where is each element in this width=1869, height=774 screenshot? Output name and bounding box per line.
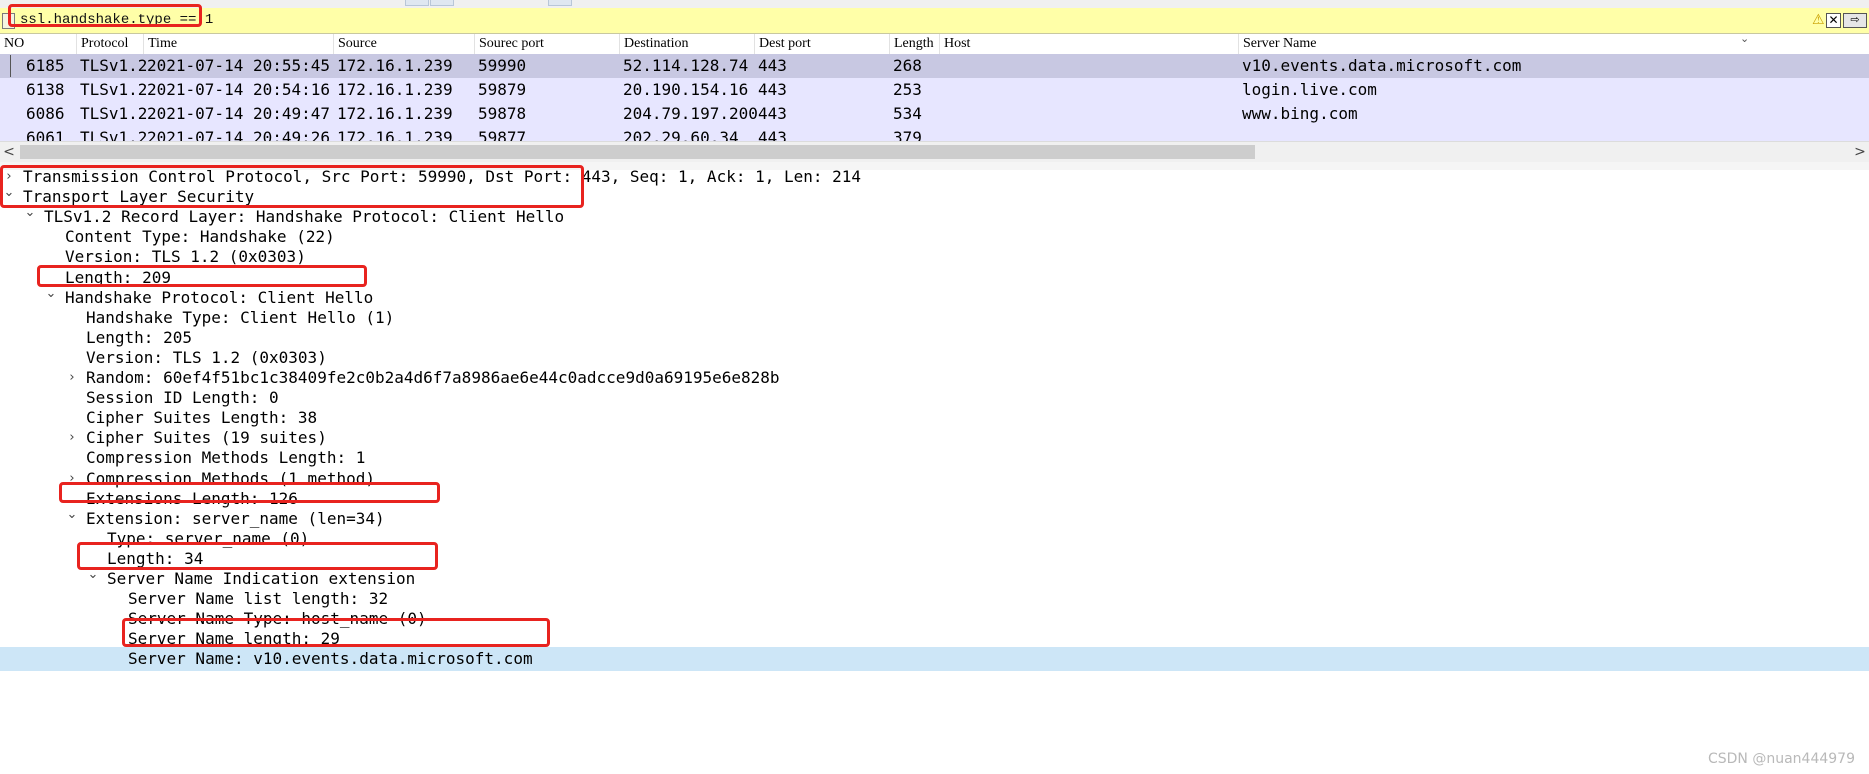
packet-cell-no: 6138 [26,80,65,99]
toolbar-button[interactable] [405,0,429,6]
packet-cell-src-port: 59990 [478,56,527,75]
toolbar-button[interactable] [430,0,454,6]
tree-node[interactable]: Server Name: v10.events.data.microsoft.c… [0,647,1869,671]
packet-row[interactable]: 6185 TLSv1.2 2021-07-14 20:55:45 172.16.1.2… [0,54,1869,78]
packet-cell-protocol: TLSv1.2 [80,104,148,123]
packet-cell-destination: 20.190.154.16 [623,80,749,99]
packet-cell-destination: 52.114.128.74 [623,56,749,75]
column-header-destination[interactable]: Destination [619,34,689,54]
packet-cell-dst-port: 443 [758,56,787,75]
packet-cell-destination: 202.29.60.34 [623,128,739,141]
wireshark-window: ssl.handshake.type == 1 ⚠ ✕ ⇨ NO Protocol… [0,0,1869,774]
packet-cell-no: 6086 [26,104,65,123]
related-packet-marker [10,55,11,77]
column-header-protocol[interactable]: Protocol [76,34,128,54]
horizontal-scrollbar[interactable]: < > [0,141,1869,163]
packet-cell-length: 253 [893,80,922,99]
packet-cell-protocol: TLSv1.2 [80,80,148,99]
sort-indicator-icon: ⌄ [1740,34,1750,45]
packet-cell-protocol: TLSv1.2 [80,128,148,141]
watermark: CSDN @nuan444979 [1707,751,1855,767]
arrow-right-icon[interactable]: ⇨ [1843,13,1867,28]
packet-cell-src-port: 59878 [478,104,527,123]
bookmark-icon[interactable] [2,13,15,29]
warning-icon: ⚠ [1812,12,1825,28]
packet-cell-no: 6061 [26,128,65,141]
column-header-dst-port[interactable]: Dest port [754,34,811,54]
scroll-left-icon[interactable]: < [0,142,18,162]
packet-cell-src-port: 59879 [478,80,527,99]
packet-cell-time: 2021-07-14 20:55:45 [147,56,331,75]
column-header-host[interactable]: Host [939,34,970,54]
close-icon[interactable]: ✕ [1826,13,1841,28]
column-header-no[interactable]: NO [0,34,24,54]
packet-cell-length: 534 [893,104,922,123]
packet-cell-src-port: 59877 [478,128,527,141]
column-header-source[interactable]: Source [333,34,377,54]
packet-list: NO Protocol Time Source Sourec port Destinati… [0,34,1869,141]
toolbar-button[interactable] [548,0,572,6]
packet-cell-length: 379 [893,128,922,141]
packet-cell-dst-port: 443 [758,80,787,99]
packet-cell-time: 2021-07-14 20:49:47 [147,104,331,123]
packet-list-header: NO Protocol Time Source Sourec port Destinati… [0,34,1869,55]
scroll-right-icon[interactable]: > [1851,142,1869,162]
column-header-server-name[interactable]: Server Name [1238,34,1316,54]
packet-cell-server-name: www.bing.com [1242,104,1358,123]
packet-cell-protocol: TLSv1.2 [80,56,148,75]
display-filter-bar: ssl.handshake.type == 1 ⚠ ✕ ⇨ [0,8,1869,34]
packet-cell-server-name: v10.events.data.microsoft.com [1242,56,1522,75]
scrollbar-thumb[interactable] [20,145,1255,159]
packet-row[interactable]: 6086 TLSv1.2 2021-07-14 20:49:47 172.16.1.2… [0,102,1869,126]
packet-cell-source: 172.16.1.239 [337,56,453,75]
packet-cell-time: 2021-07-14 20:54:16 [147,80,331,99]
packet-cell-no: 6185 [26,56,65,75]
packet-cell-source: 172.16.1.239 [337,104,453,123]
packet-cell-source: 172.16.1.239 [337,128,453,141]
packet-row[interactable]: 6138 TLSv1.2 2021-07-14 20:54:16 172.16.1.2… [0,78,1869,102]
packet-cell-length: 268 [893,56,922,75]
packet-cell-server-name: login.live.com [1242,80,1377,99]
packet-cell-time: 2021-07-14 20:49:26 [147,128,331,141]
column-header-time[interactable]: Time [143,34,177,54]
packet-cell-destination: 204.79.197.200 [623,104,758,123]
display-filter-input[interactable]: ssl.handshake.type == 1 [20,11,213,30]
tree-node-label: Server Name: v10.events.data.microsoft.c… [128,649,533,668]
column-header-src-port[interactable]: Sourec port [474,34,544,54]
packet-cell-dst-port: 443 [758,128,787,141]
column-header-length[interactable]: Length [889,34,934,54]
packet-cell-source: 172.16.1.239 [337,80,453,99]
packet-row[interactable]: 6061 TLSv1.2 2021-07-14 20:49:26 172.16.1.2… [0,126,1869,141]
packet-details-tree: › Transmission Control Protocol, Src Port… [0,170,1869,774]
packet-cell-dst-port: 443 [758,104,787,123]
